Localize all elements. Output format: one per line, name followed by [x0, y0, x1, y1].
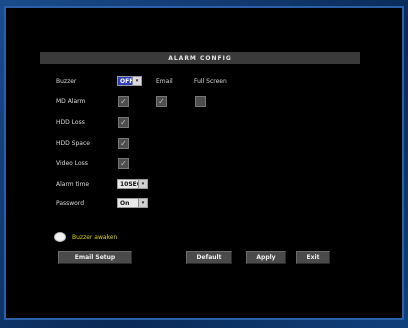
hdd-space-label: HDD Space [56, 140, 90, 147]
full-screen-column-header: Full Screen [194, 78, 227, 85]
md-alarm-checkbox[interactable]: ✓ [118, 96, 129, 107]
md-alarm-fullscreen-checkbox[interactable] [195, 96, 206, 107]
md-alarm-email-checkbox[interactable]: ✓ [156, 96, 167, 107]
chevron-down-icon: ▾ [138, 180, 147, 188]
hdd-loss-checkbox[interactable]: ✓ [118, 117, 129, 128]
buzzer-label: Buzzer [56, 78, 77, 85]
video-loss-label: Video Loss [56, 160, 88, 167]
email-column-header: Email [156, 78, 173, 85]
hdd-loss-label: HDD Loss [56, 119, 85, 126]
alarm-time-label: Alarm time [56, 181, 90, 188]
md-alarm-label: MD Alarm [56, 98, 86, 105]
dialog-title: ALARM CONFIG [40, 52, 360, 64]
hdd-space-checkbox[interactable]: ✓ [118, 138, 129, 149]
apply-button[interactable]: Apply [246, 251, 286, 264]
chevron-down-icon: ▾ [132, 77, 141, 85]
alarm-time-select[interactable]: 10SEC ▾ [117, 179, 148, 189]
email-setup-button[interactable]: Email Setup [58, 251, 132, 264]
status-message: Buzzer awaken [72, 234, 118, 241]
default-button[interactable]: Default [186, 251, 232, 264]
exit-button[interactable]: Exit [296, 251, 330, 264]
password-select-value: On [120, 199, 130, 207]
buzzer-select[interactable]: OFF ▾ [117, 76, 142, 86]
password-select[interactable]: On ▾ [117, 198, 148, 208]
buzzer-icon [54, 232, 66, 242]
video-loss-checkbox[interactable]: ✓ [118, 158, 129, 169]
chevron-down-icon: ▾ [138, 199, 147, 207]
password-label: Password [56, 200, 85, 207]
